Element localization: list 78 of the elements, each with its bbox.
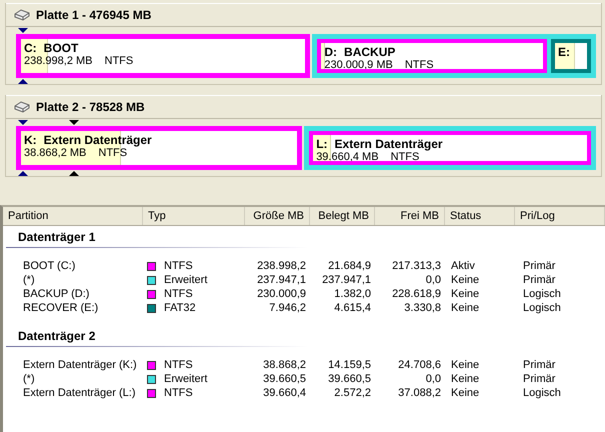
table-cell: NTFS [164,386,193,400]
table-cell: Keine [451,274,480,286]
table-cell: NTFS [164,259,193,273]
table-cell: 237.947,1 [322,274,371,286]
partition-label: Extern Datenträger [334,137,443,151]
table-cell: 228.618,9 [392,288,441,300]
table-cell: 37.088,2 [398,387,441,399]
table-cell: Aktiv [451,260,475,272]
table-cell: 237.947,1 [257,274,306,286]
table-cell: Extern Datenträger (L:) [23,387,136,399]
table-cell: Extern Datenträger (K:) [23,359,137,371]
table-cell: 24.708,6 [398,359,441,371]
partition-block[interactable]: K: Extern Datenträger 38.868,2 MB NTFS [16,126,302,170]
table-cell: FAT32 [164,301,196,315]
table-cell: (*) [23,373,35,385]
drive-letter: E: [558,45,570,59]
table-cell: 39.660,5 [263,373,306,385]
table-cell: 39.660,5 [328,373,371,385]
table-cell: Logisch [523,302,561,314]
column-header[interactable]: Pri/Log [515,207,605,225]
table-cell: 21.684,9 [328,260,371,272]
column-header[interactable]: Größe MB [245,207,310,225]
table-cell: Keine [451,302,480,314]
column-header[interactable]: Belegt MB [310,207,375,225]
table-cell: Primär [523,274,556,286]
file-system: NTFS [404,59,434,69]
partition-label: Extern Datenträger [44,133,152,147]
column-header[interactable]: Frei MB [375,207,445,225]
partition-label: BOOT [44,41,78,55]
table-cell: 217.313,3 [392,260,441,272]
table-cell: (*) [23,274,35,286]
table-cell: 238.998,2 [257,260,306,272]
table-cell: Logisch [523,288,561,300]
table-cell: 3.330,8 [404,302,441,314]
disk-title: Platte 2 - 78528 MB [36,100,145,114]
file-system: NTFS [104,55,134,67]
file-system: NTFS [98,147,128,159]
partition-size: 38.868,2 MB [24,147,86,159]
table-cell: 1.382,0 [334,288,371,300]
table-cell: 0,0 [426,274,441,286]
partition-block[interactable]: C: BOOT 238.998,2 MB NTFS [16,34,310,78]
table-cell: Keine [451,288,480,300]
table-cell: 2.572,2 [334,387,371,399]
table-cell: NTFS [164,358,193,372]
group-header: Datenträger 2 [6,325,308,347]
partition-size: 238.998,2 MB [24,55,92,67]
table-cell: 230.000,9 [257,288,306,300]
column-header[interactable]: Typ [143,207,245,225]
table-cell: Logisch [523,387,561,399]
partition-label: BACKUP [344,45,396,59]
table-cell: Primär [523,260,556,272]
column-header[interactable]: Partition [3,207,143,225]
drive-letter: K: [24,133,37,147]
drive-letter: L: [316,137,328,151]
drive-letter: C: [24,41,37,55]
table-cell: Primär [523,373,556,385]
disk-title: Platte 1 - 476945 MB [36,8,152,22]
table-cell: 4.615,4 [334,302,371,314]
table-cell: Keine [451,387,480,399]
table-cell: Erweitert [164,273,208,287]
table-cell: 0,0 [426,373,441,385]
table-cell: 38.868,2 [263,359,306,371]
table-cell: NTFS [164,287,193,301]
drive-letter: D: [324,45,338,59]
table-cell: BOOT (C:) [23,260,76,272]
table-cell: Keine [451,373,480,385]
table-cell: 14.159,5 [328,359,371,371]
table-cell: 7.946,2 [269,302,306,314]
table-cell: RECOVER (E:) [23,302,98,314]
table-cell: BACKUP (D:) [23,288,90,300]
table-cell: 39.660,4 [263,387,306,399]
table-cell: Primär [523,359,556,371]
column-header[interactable]: Status [445,207,515,225]
table-cell: Keine [451,359,480,371]
partition-block[interactable]: E: [551,39,591,73]
file-system: NTFS [390,151,420,161]
group-header: Datenträger 1 [6,226,308,248]
table-cell: Erweitert [164,372,208,386]
